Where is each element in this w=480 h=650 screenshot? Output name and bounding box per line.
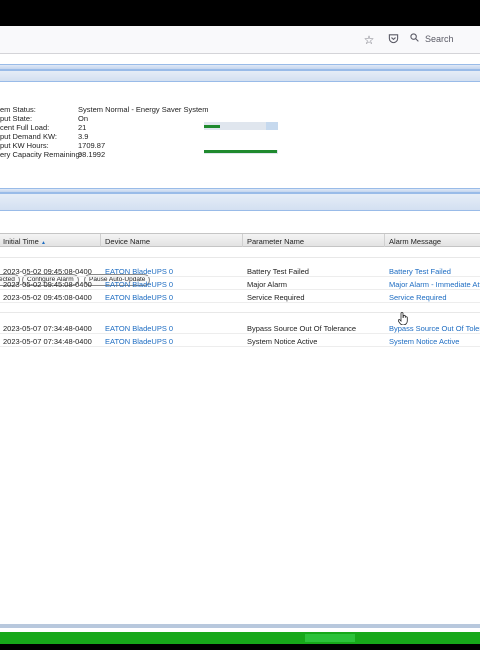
status-value: 1709.87 xyxy=(78,141,106,150)
status-value: 3.9 xyxy=(78,132,89,141)
battery-progress-fill xyxy=(204,150,277,153)
alarms-panel-title-bar xyxy=(0,193,480,211)
cell-alarm-message-link[interactable]: System Notice Active xyxy=(389,337,480,346)
cell-parameter: Bypass Source Out Of Tolerance xyxy=(247,324,357,333)
cell-device-link[interactable]: EATON BladeUPS 0 xyxy=(105,267,173,276)
status-value: On xyxy=(78,114,89,123)
column-header-label: Initial Time xyxy=(3,237,39,246)
star-icon[interactable]: ☆ xyxy=(362,33,376,47)
column-separator xyxy=(242,234,243,247)
browser-search-box[interactable]: Search xyxy=(410,32,480,48)
cell-parameter: System Notice Active xyxy=(247,337,318,346)
screen-bottom-bezel xyxy=(0,644,480,650)
group-divider xyxy=(0,257,480,258)
pocket-icon[interactable] xyxy=(386,33,400,47)
status-value: 98.1992 xyxy=(78,150,106,159)
cell-initial-time: 2023-05-07 07:34:48-0400 xyxy=(3,337,92,346)
browser-toolbar: ☆ Search xyxy=(0,26,480,54)
cell-alarm-message-link[interactable]: Major Alarm - Immediate Att xyxy=(389,280,480,289)
status-label: put State: xyxy=(0,114,33,123)
status-value: System Normal - Energy Saver System xyxy=(78,105,209,114)
cell-parameter: Major Alarm xyxy=(247,280,288,289)
status-footer-highlight xyxy=(305,634,355,642)
column-header-parameter-name[interactable]: Parameter Name xyxy=(247,237,304,246)
battery-progress-bar xyxy=(204,150,278,154)
column-header-initial-time[interactable]: Initial Time ▲ xyxy=(3,237,46,246)
cell-device-link[interactable]: EATON BladeUPS 0 xyxy=(105,337,173,346)
column-separator xyxy=(100,234,101,247)
load-progress-bar xyxy=(204,122,278,130)
cell-initial-time: 2023-05-02 09:45:08-0400 xyxy=(3,267,92,276)
cell-device-link[interactable]: EATON BladeUPS 0 xyxy=(105,280,173,289)
cell-alarm-message-link[interactable]: Battery Test Failed xyxy=(389,267,480,276)
cell-initial-time: 2023-05-07 07:34:48-0400 xyxy=(3,324,92,333)
status-label: put Demand KW: xyxy=(0,132,57,141)
cell-device-link[interactable]: EATON BladeUPS 0 xyxy=(105,293,173,302)
status-label: ery Capacity Remaining: xyxy=(0,150,82,159)
screen-top-bezel xyxy=(0,0,480,26)
table-row[interactable]: 2023-05-02 09:45:08-0400 EATON BladeUPS … xyxy=(0,278,480,290)
status-footer-bar xyxy=(0,632,480,644)
status-value: 21 xyxy=(78,123,87,132)
hand-cursor-icon xyxy=(397,312,409,328)
table-row[interactable]: 2023-05-02 09:45:08-0400 EATON BladeUPS … xyxy=(0,265,480,277)
load-progress-fill xyxy=(204,125,220,128)
load-progress-marker xyxy=(266,122,278,130)
page-content: em Status: System Normal - Energy Saver … xyxy=(0,54,480,632)
sort-ascending-icon: ▲ xyxy=(40,240,46,246)
column-separator xyxy=(384,234,385,247)
column-header-device-name[interactable]: Device Name xyxy=(105,237,150,246)
cell-initial-time: 2023-05-02 09:45:08-0400 xyxy=(3,293,92,302)
footer-divider xyxy=(0,624,480,628)
cell-initial-time: 2023-05-02 09:45:08-0400 xyxy=(3,280,92,289)
cell-parameter: Battery Test Failed xyxy=(247,267,309,276)
column-header-alarm-message[interactable]: Alarm Message xyxy=(389,237,441,246)
search-placeholder: Search xyxy=(425,34,454,44)
panel-subheader-bar xyxy=(0,70,480,82)
table-row[interactable]: 2023-05-07 07:34:48-0400 EATON BladeUPS … xyxy=(0,335,480,347)
status-label: em Status: xyxy=(0,105,36,114)
cell-device-link[interactable]: EATON BladeUPS 0 xyxy=(105,324,173,333)
search-icon xyxy=(410,33,419,45)
cell-parameter: Service Required xyxy=(247,293,305,302)
alarm-grid-header: Initial Time ▲ Device Name Parameter Nam… xyxy=(0,233,480,247)
table-row[interactable]: 2023-05-02 09:45:08-0400 EATON BladeUPS … xyxy=(0,291,480,303)
status-label: cent Full Load: xyxy=(0,123,50,132)
status-label: put KW Hours: xyxy=(0,141,49,150)
pocket-icon-glyph xyxy=(388,34,398,44)
cell-alarm-message-link[interactable]: Service Required xyxy=(389,293,480,302)
